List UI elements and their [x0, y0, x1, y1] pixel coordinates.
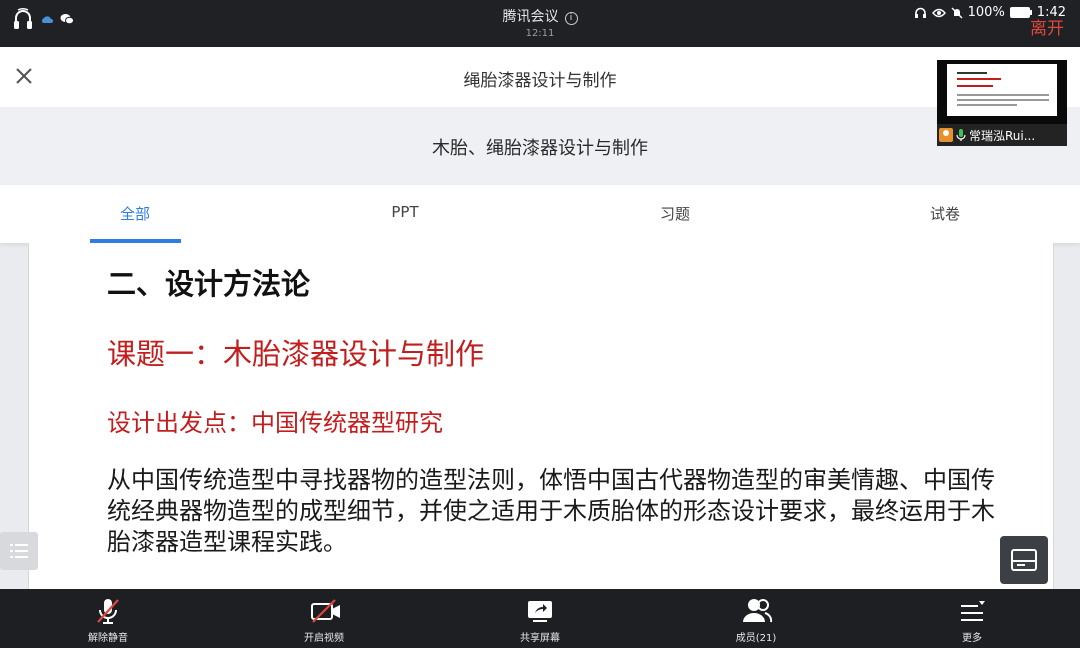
- meeting-time: 12:11: [525, 28, 555, 39]
- outline-toggle-button[interactable]: [0, 532, 38, 570]
- unmute-label: 解除静音: [88, 633, 128, 644]
- more-button[interactable]: 更多: [907, 589, 1037, 648]
- status-bar: 腾讯会议 i 12:11 100% 1:42 离开: [0, 0, 1080, 47]
- unmute-button[interactable]: 解除静音: [43, 589, 173, 648]
- microphone-icon: [956, 129, 966, 141]
- tab-all[interactable]: 全部: [45, 203, 225, 224]
- participant-bar: 常瑞泓Rui...: [937, 124, 1067, 146]
- course-subtitle-bar: 木胎、绳胎漆器设计与制作: [0, 107, 1080, 185]
- members-button[interactable]: 成员(21): [691, 589, 821, 648]
- battery-percent: 100%: [967, 5, 1005, 20]
- slide-starting-point: 设计出发点：中国传统器型研究: [107, 409, 443, 437]
- leave-button[interactable]: 离开: [1030, 14, 1064, 39]
- share-screen-button[interactable]: 共享屏幕: [475, 589, 605, 648]
- video-off-icon: [311, 599, 340, 623]
- slide-body: 从中国传统造型中寻找器物的造型法则，体悟中国古代器物造型的审美情趣、中国传统经典…: [107, 466, 995, 556]
- info-icon[interactable]: i: [564, 12, 578, 25]
- tab-bar: 全部 PPT 习题 试卷: [0, 185, 1080, 243]
- muted-microphone-icon: [97, 599, 119, 624]
- document-header: 绳胎漆器设计与制作: [0, 47, 1080, 107]
- meeting-toolbar: 解除静音 开启视频 共享屏幕 成员(21) 更多: [0, 589, 1080, 648]
- tab-exam[interactable]: 试卷: [855, 203, 1035, 224]
- mute-bell-icon: [951, 7, 963, 18]
- share-screen-label: 共享屏幕: [520, 633, 560, 644]
- slide-heading: 二、设计方法论: [107, 267, 311, 301]
- more-label: 更多: [962, 633, 982, 644]
- tab-ppt[interactable]: PPT: [315, 203, 495, 221]
- battery-icon: [1009, 7, 1032, 18]
- more-menu-icon: [961, 601, 985, 621]
- thumbnail-slide-preview: [947, 64, 1057, 116]
- share-screen-icon: [528, 601, 552, 622]
- members-icon: [743, 599, 773, 623]
- list-icon: [10, 544, 28, 558]
- members-label: 成员(21): [735, 633, 777, 644]
- start-video-button[interactable]: 开启视频: [259, 589, 389, 648]
- video-thumbnail[interactable]: 常瑞泓Rui...: [937, 60, 1067, 146]
- avatar: [939, 128, 953, 142]
- start-video-label: 开启视频: [304, 633, 344, 644]
- slide-topic: 课题一：木胎漆器设计与制作: [107, 337, 485, 371]
- tab-exercises[interactable]: 习题: [585, 203, 765, 224]
- participant-name: 常瑞泓Rui...: [969, 128, 1036, 143]
- eye-icon: [931, 8, 946, 17]
- document-title: 绳胎漆器设计与制作: [463, 71, 617, 91]
- course-subtitle: 木胎、绳胎漆器设计与制作: [432, 138, 648, 159]
- window-icon: [1011, 549, 1037, 571]
- headphone-icon: [914, 7, 926, 18]
- slide-content: 二、设计方法论 课题一：木胎漆器设计与制作 设计出发点：中国传统器型研究 从中国…: [28, 243, 1054, 589]
- minimize-window-button[interactable]: [1000, 536, 1048, 584]
